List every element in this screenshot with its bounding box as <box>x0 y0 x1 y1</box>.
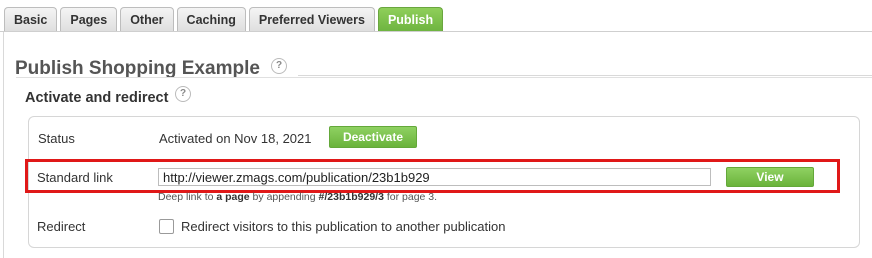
redirect-checkbox[interactable] <box>159 219 174 234</box>
hint-suffix: for page 3. <box>383 191 438 203</box>
tab-publish[interactable]: Publish <box>377 7 444 32</box>
tab-bar: Basic Pages Other Caching Preferred View… <box>0 0 872 32</box>
section-help-icon[interactable]: ? <box>175 86 191 102</box>
page-help-icon[interactable]: ? <box>271 58 287 74</box>
tab-other[interactable]: Other <box>120 7 174 32</box>
hint-mid: by appending <box>249 191 319 203</box>
hint-prefix: Deep link to <box>158 191 217 203</box>
tab-caching[interactable]: Caching <box>176 7 246 32</box>
title-divider <box>298 75 872 76</box>
status-label: Status <box>38 131 75 146</box>
hint-bold-anchor: #/23b1b929/3 <box>318 191 384 203</box>
standard-link-field[interactable] <box>158 168 711 186</box>
section-title: Activate and redirect <box>25 90 169 106</box>
view-button[interactable]: View <box>726 167 814 187</box>
deactivate-button[interactable]: Deactivate <box>329 126 417 148</box>
tab-pages[interactable]: Pages <box>60 7 118 32</box>
standard-link-label: Standard link <box>37 170 113 185</box>
deep-link-hint: Deep link to a page by appending #/23b1b… <box>158 191 437 203</box>
tab-preferred-viewers[interactable]: Preferred Viewers <box>248 7 375 32</box>
redirect-label: Redirect <box>37 219 86 234</box>
tab-basic[interactable]: Basic <box>4 7 58 32</box>
tabs: Basic Pages Other Caching Preferred View… <box>4 7 444 32</box>
status-text: Activated on Nov 18, 2021 <box>159 131 312 146</box>
redirect-checkbox-label[interactable]: Redirect visitors to this publication to… <box>181 219 505 234</box>
hint-bold-page: a page <box>216 191 250 203</box>
